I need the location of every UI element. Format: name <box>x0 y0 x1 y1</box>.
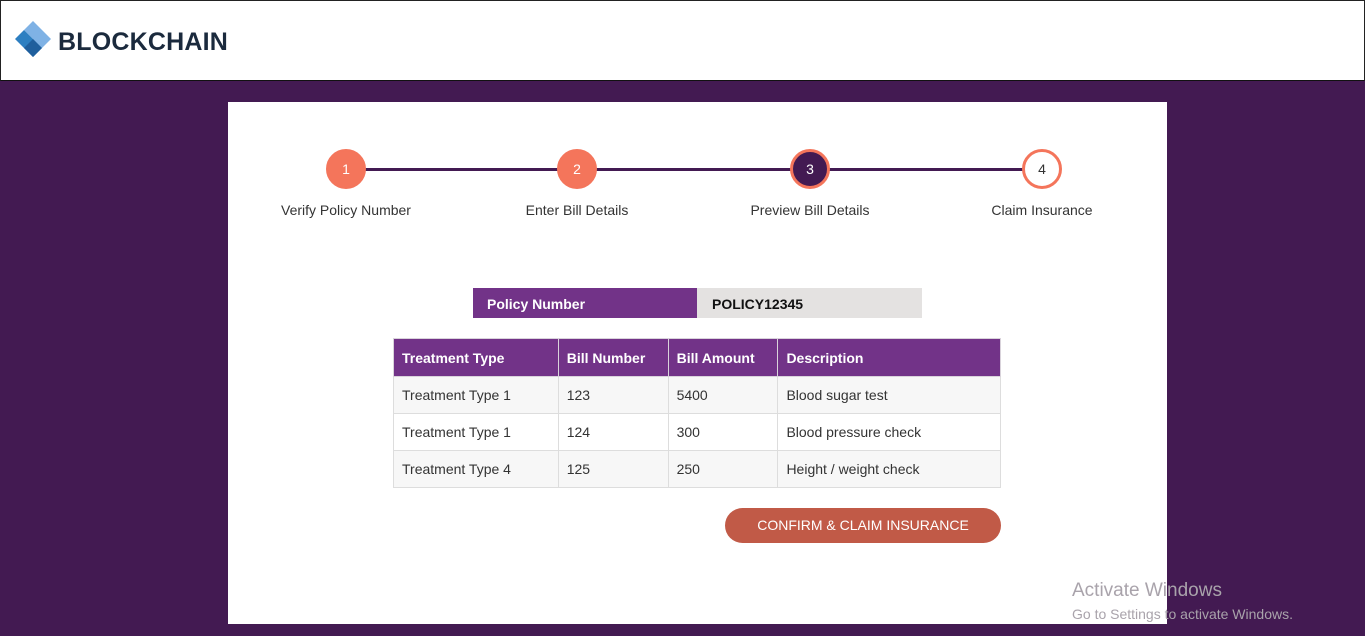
cell-bill-number: 124 <box>557 413 669 451</box>
table-header-row: Treatment Type Bill Number Bill Amount D… <box>393 338 1001 377</box>
table-row: Treatment Type 1 124 300 Blood pressure … <box>393 413 1001 451</box>
step-2-circle: 2 <box>557 149 597 189</box>
cell-bill-amount: 5400 <box>667 376 779 414</box>
step-4-label: Claim Insurance <box>991 202 1093 218</box>
step-enter-bill[interactable]: 2 Enter Bill Details <box>477 149 677 218</box>
table-row: Treatment Type 1 123 5400 Blood sugar te… <box>393 376 1001 414</box>
main-panel: 1 Verify Policy Number 2 Enter Bill Deta… <box>228 102 1167 624</box>
step-preview-bill[interactable]: 3 Preview Bill Details <box>710 149 910 218</box>
cell-treatment-type: Treatment Type 1 <box>393 413 559 451</box>
policy-number-row: Policy Number POLICY12345 <box>473 288 922 318</box>
progress-stepper: 1 Verify Policy Number 2 Enter Bill Deta… <box>228 102 1167 242</box>
step-claim-insurance[interactable]: 4 Claim Insurance <box>942 149 1142 218</box>
policy-number-label: Policy Number <box>473 288 697 318</box>
step-1-circle: 1 <box>326 149 366 189</box>
step-2-label: Enter Bill Details <box>525 202 629 218</box>
step-verify-policy[interactable]: 1 Verify Policy Number <box>246 149 446 218</box>
step-3-label: Preview Bill Details <box>750 202 870 218</box>
cell-treatment-type: Treatment Type 1 <box>393 376 559 414</box>
watermark-title: Activate Windows <box>1072 580 1222 601</box>
bill-details-table: Treatment Type Bill Number Bill Amount D… <box>393 338 1001 488</box>
blockchain-logo[interactable]: BLOCKCHAIN <box>15 21 228 63</box>
step-3-circle: 3 <box>790 149 830 189</box>
header-bill-amount: Bill Amount <box>667 338 779 377</box>
table-row: Treatment Type 4 125 250 Height / weight… <box>393 450 1001 488</box>
watermark-subtitle: Go to Settings to activate Windows. <box>1072 606 1293 622</box>
header-bill-number: Bill Number <box>557 338 669 377</box>
step-4-circle: 4 <box>1022 149 1062 189</box>
cell-bill-amount: 250 <box>667 450 779 488</box>
cell-description: Blood sugar test <box>777 376 1001 414</box>
policy-number-value: POLICY12345 <box>697 288 922 318</box>
cell-description: Height / weight check <box>777 450 1001 488</box>
cell-treatment-type: Treatment Type 4 <box>393 450 559 488</box>
cell-bill-number: 125 <box>557 450 669 488</box>
step-1-label: Verify Policy Number <box>281 202 411 218</box>
activate-windows-watermark: Activate Windows Go to Settings to activ… <box>1072 580 1293 622</box>
confirm-claim-insurance-button[interactable]: CONFIRM & CLAIM INSURANCE <box>725 508 1001 543</box>
top-bar: BLOCKCHAIN <box>0 0 1365 81</box>
cell-bill-number: 123 <box>557 376 669 414</box>
header-treatment-type: Treatment Type <box>393 338 559 377</box>
header-description: Description <box>777 338 1001 377</box>
cell-description: Blood pressure check <box>777 413 1001 451</box>
cell-bill-amount: 300 <box>667 413 779 451</box>
blockchain-logo-icon <box>15 21 51 63</box>
brand-name: BLOCKCHAIN <box>58 27 229 56</box>
stepper-connector-line <box>346 168 1042 171</box>
